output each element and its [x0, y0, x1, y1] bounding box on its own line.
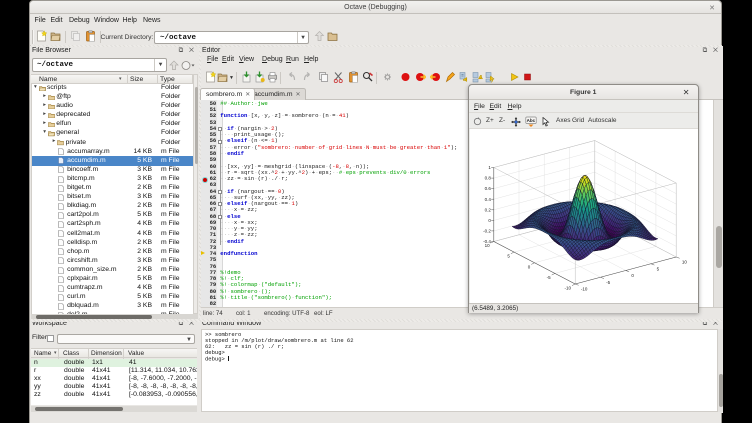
- svg-text:0.2: 0.2: [485, 207, 492, 212]
- svg-text:0.4: 0.4: [485, 197, 492, 202]
- svg-text:0: 0: [528, 264, 531, 269]
- svg-text:1: 1: [488, 165, 491, 170]
- svg-text:Abc: Abc: [527, 118, 536, 123]
- svg-text:5: 5: [507, 254, 510, 259]
- svg-text:0.6: 0.6: [485, 186, 492, 191]
- svg-text:5: 5: [657, 266, 660, 271]
- svg-text:-5: -5: [547, 275, 551, 280]
- svg-text:-10: -10: [581, 287, 588, 292]
- svg-text:-10: -10: [564, 286, 571, 291]
- svg-text:0: 0: [488, 218, 491, 223]
- svg-text:-0.2: -0.2: [483, 229, 491, 234]
- svg-text:-5: -5: [606, 280, 610, 285]
- svg-text:0.8: 0.8: [485, 176, 492, 181]
- svg-text:10: 10: [682, 260, 688, 265]
- svg-text:0: 0: [631, 273, 634, 278]
- svg-text:-0.4: -0.4: [483, 239, 491, 244]
